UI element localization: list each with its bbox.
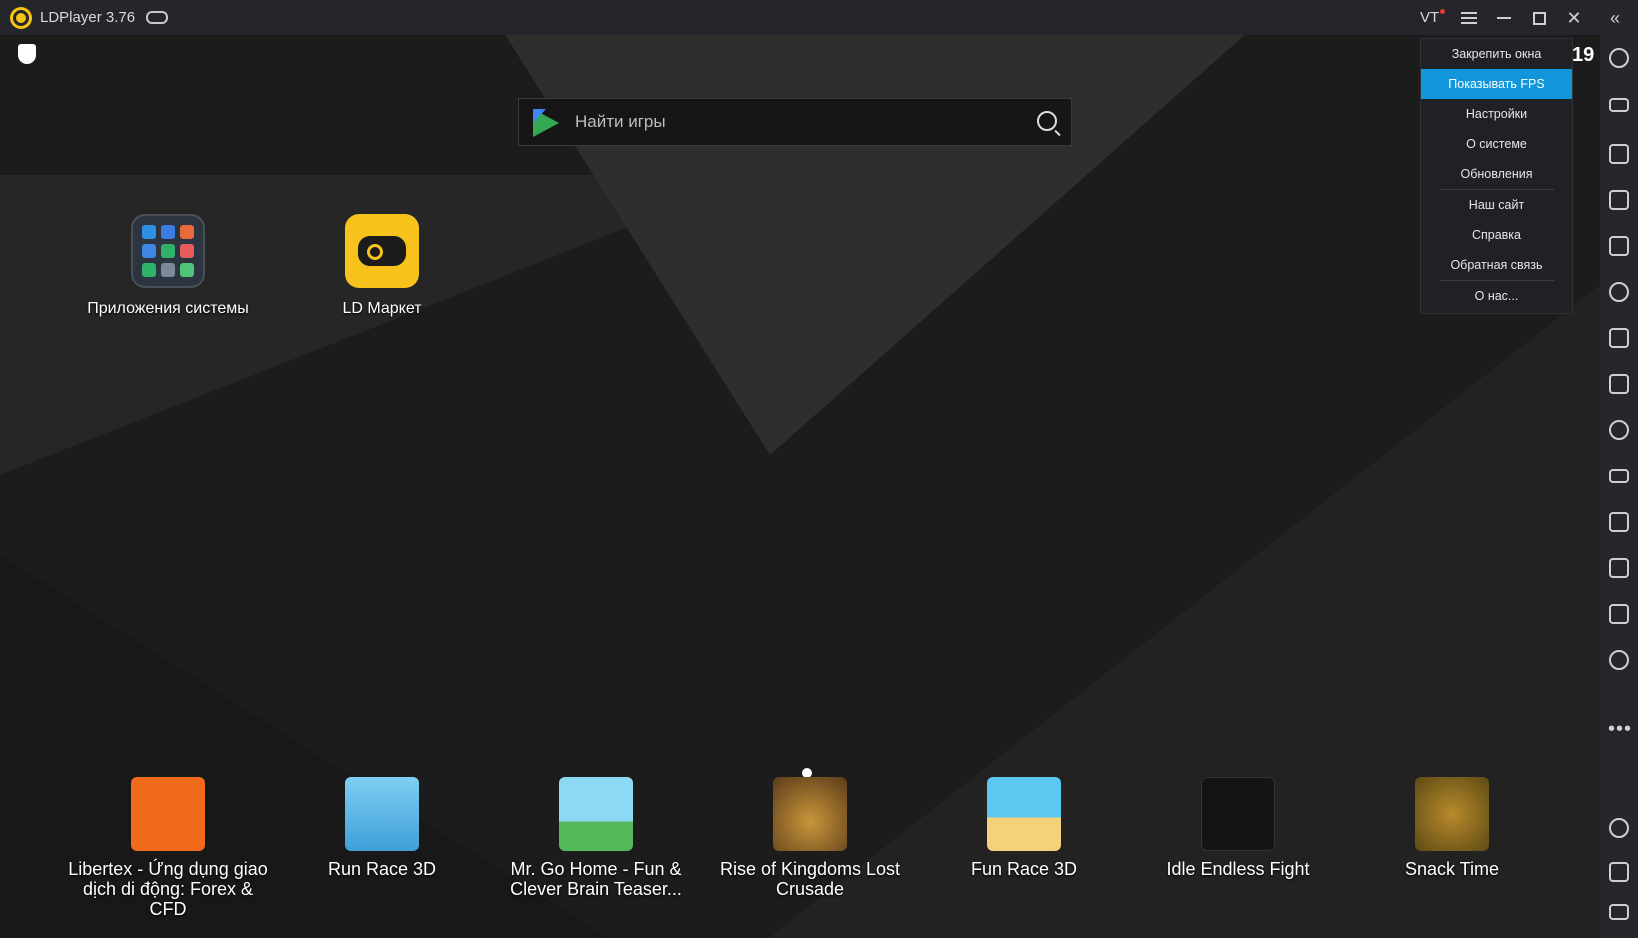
menu-item-help[interactable]: Справка	[1421, 220, 1572, 250]
maximize-icon	[1532, 11, 1546, 25]
dock-app-libertex[interactable]: Libertex - Ứng dụng giao dịch di động: Fo…	[68, 777, 268, 919]
right-sidebar: « •••	[1600, 0, 1638, 938]
android-home-screen[interactable]: Найти игры Приложения системы LD Маркет …	[0, 35, 1600, 938]
run-race-3d-icon	[345, 777, 419, 851]
app-label: LD Маркет	[342, 300, 422, 317]
dock-app-run-race-3d[interactable]: Run Race 3D	[282, 777, 482, 879]
fps-counter: 19	[1572, 44, 1595, 66]
snack-time-icon	[1415, 777, 1489, 851]
menu-button[interactable]	[1456, 5, 1482, 31]
maximize-button[interactable]	[1526, 5, 1552, 31]
home-icon[interactable]	[1609, 862, 1629, 882]
collapse-sidebar-icon[interactable]: «	[1610, 8, 1620, 29]
keyboard-icon[interactable]	[1609, 98, 1629, 112]
system-apps-folder-icon	[131, 214, 205, 288]
vt-status-dot	[1440, 9, 1445, 14]
shake-icon[interactable]	[1609, 558, 1629, 578]
volume-down-icon[interactable]	[1609, 190, 1629, 210]
vt-label[interactable]: VT	[1420, 9, 1439, 26]
close-button[interactable]: ✕	[1561, 5, 1587, 31]
menu-icon	[1461, 12, 1477, 24]
more-icon[interactable]: •••	[1608, 718, 1632, 741]
desktop-app-system-apps[interactable]: Приложения системы	[68, 214, 268, 318]
record-operation-icon[interactable]	[1609, 282, 1629, 302]
idle-endless-fight-icon	[1201, 777, 1275, 851]
recent-apps-icon[interactable]	[1609, 904, 1629, 920]
menu-item-settings[interactable]: Настройки	[1421, 99, 1572, 129]
settings-icon[interactable]	[1609, 48, 1629, 68]
app-label-line: Crusade	[775, 879, 845, 899]
app-title: LDPlayer 3.76	[40, 9, 136, 26]
rise-of-kingdoms-icon	[773, 777, 847, 851]
dock-app-snack-time[interactable]: Snack Time	[1352, 777, 1552, 879]
app-label-line: Mr. Go Home - Fun &	[510, 859, 682, 879]
app-label-line: Fun Race 3D	[970, 859, 1078, 879]
app-label-line: dịch di động: Forex & CFD	[82, 879, 254, 919]
close-icon: ✕	[1566, 7, 1582, 28]
multi-instance-icon[interactable]	[1609, 328, 1629, 348]
app-label: Приложения системы	[87, 300, 249, 317]
app-label-line: Rise of Kingdoms Lost	[719, 859, 901, 879]
sync-display-icon[interactable]	[1609, 604, 1629, 624]
menu-item-about-system[interactable]: О системе	[1421, 129, 1572, 159]
shield-icon	[18, 44, 36, 64]
minimize-button[interactable]	[1491, 5, 1517, 31]
settings-dropdown-menu: Закрепить окна Показывать FPS Настройки …	[1420, 38, 1573, 314]
search-input[interactable]: Найти игры	[575, 112, 666, 132]
desktop-app-ld-market[interactable]: LD Маркет	[282, 214, 482, 318]
shared-folder-icon[interactable]	[1609, 512, 1629, 532]
scissors-screenshot-icon[interactable]	[1609, 420, 1629, 440]
dock-app-rise-of-kingdoms[interactable]: Rise of Kingdoms Lost Crusade	[710, 777, 910, 899]
app-label-line: Run Race 3D	[327, 859, 437, 879]
menu-item-updates[interactable]: Обновления	[1421, 159, 1572, 189]
fullscreen-icon[interactable]	[1609, 236, 1629, 256]
mr-go-home-icon	[559, 777, 633, 851]
back-icon[interactable]	[1609, 818, 1629, 838]
dock-app-fun-race-3d[interactable]: Fun Race 3D	[924, 777, 1124, 879]
libertex-icon	[131, 777, 205, 851]
search-icon[interactable]	[1037, 111, 1057, 131]
install-apk-icon[interactable]	[1609, 374, 1629, 394]
menu-item-about-us[interactable]: О нас...	[1421, 281, 1572, 311]
search-bar[interactable]: Найти игры	[518, 98, 1072, 146]
menu-item-show-fps[interactable]: Показывать FPS	[1421, 69, 1572, 99]
fun-race-3d-icon	[987, 777, 1061, 851]
menu-item-pin-window[interactable]: Закрепить окна	[1421, 39, 1572, 69]
location-icon[interactable]	[1609, 650, 1629, 670]
menu-item-feedback[interactable]: Обратная связь	[1421, 250, 1572, 280]
app-label-line: Clever Brain Teaser...	[510, 879, 682, 899]
menu-item-website[interactable]: Наш сайт	[1421, 190, 1572, 220]
video-record-icon[interactable]	[1609, 469, 1629, 483]
ld-market-icon	[345, 214, 419, 288]
gamepad-icon[interactable]	[146, 11, 168, 24]
app-label-line: Snack Time	[1404, 859, 1500, 879]
dock-app-mr-go-home[interactable]: Mr. Go Home - Fun & Clever Brain Teaser..…	[496, 777, 696, 899]
volume-up-icon[interactable]	[1609, 144, 1629, 164]
ldplayer-logo-icon	[10, 7, 32, 29]
minimize-icon	[1497, 17, 1511, 19]
app-label-line: Libertex - Ứng dụng giao	[68, 859, 268, 879]
gamepad-glyph	[358, 236, 406, 266]
play-store-icon	[533, 109, 559, 137]
dock-app-idle-endless-fight[interactable]: Idle Endless Fight	[1138, 777, 1338, 879]
app-label-line: Idle Endless Fight	[1166, 859, 1310, 879]
title-bar: LDPlayer 3.76 VT ✕	[0, 0, 1638, 35]
